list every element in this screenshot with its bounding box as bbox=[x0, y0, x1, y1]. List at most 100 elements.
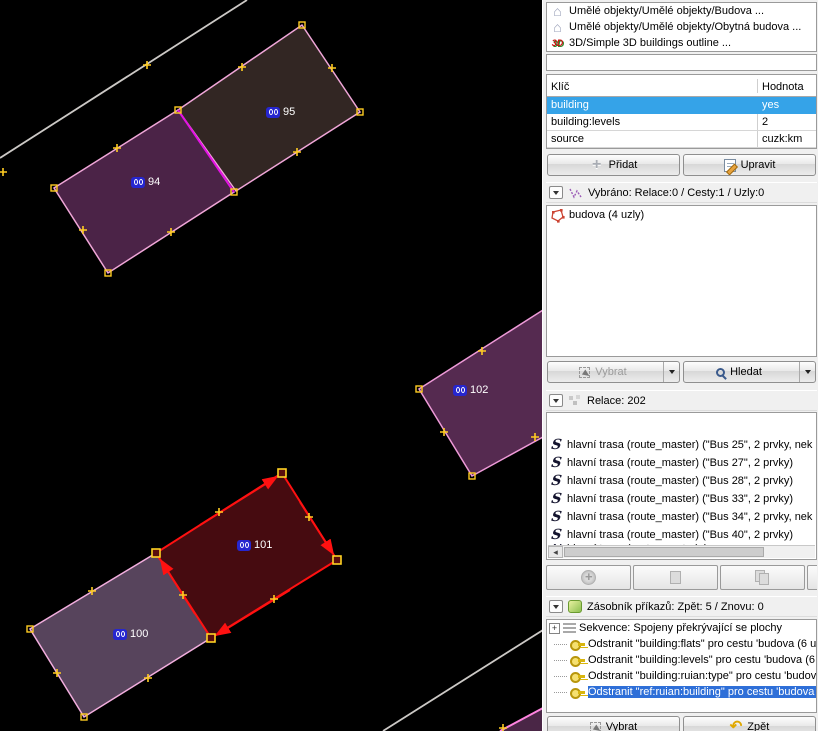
tag-row-source[interactable]: source cuzk:km bbox=[547, 131, 816, 148]
relations-icon bbox=[568, 394, 582, 407]
selection-panel-header: Vybráno: Relace:0 / Cesty:1 / Uzly:0 bbox=[546, 182, 817, 203]
housenumber-text: 100 bbox=[130, 628, 148, 640]
housenumber-icon bbox=[237, 540, 251, 551]
key-column-header: Klíč bbox=[547, 79, 758, 93]
select-dropdown[interactable] bbox=[663, 362, 679, 382]
search-icon bbox=[716, 368, 725, 377]
relation-item[interactable]: Shlavní trasa (route_master) ("Bus 33", … bbox=[547, 490, 816, 508]
housenumber-label-95[interactable]: 95 bbox=[266, 106, 295, 118]
collapse-button[interactable] bbox=[549, 394, 563, 407]
relations-toolbar bbox=[546, 565, 817, 590]
tag-row-building-levels[interactable]: building:levels 2 bbox=[547, 114, 816, 131]
relation-item[interactable]: Shlavní trasa (route_master) ("Bus 27", … bbox=[547, 454, 816, 472]
undo-item[interactable]: Odstranit "building:levels" pro cestu 'b… bbox=[547, 652, 816, 668]
select-cursor-icon bbox=[590, 722, 601, 731]
horizontal-scrollbar[interactable]: ◂ bbox=[548, 545, 815, 558]
housenumber-text: 95 bbox=[283, 106, 295, 118]
key-icon bbox=[570, 656, 585, 664]
select-button[interactable]: Vybrat bbox=[547, 361, 680, 383]
edit-relation-icon bbox=[670, 571, 681, 584]
tag-row-building[interactable]: building yes bbox=[547, 97, 816, 114]
undo-item-sequence[interactable]: + Sekvence: Spojeny překrývající se ploc… bbox=[547, 620, 816, 636]
housenumber-icon bbox=[453, 385, 467, 396]
select-affected-button[interactable]: Vybrat bbox=[547, 716, 680, 731]
undo-item[interactable]: Odstranit "building:flats" pro cestu 'bu… bbox=[547, 636, 816, 652]
scroll-left-button[interactable]: ◂ bbox=[548, 546, 563, 558]
selection-item-budova[interactable]: budova (4 uzly) bbox=[547, 206, 816, 224]
housenumber-text: 102 bbox=[470, 384, 488, 396]
relations-list: Shlavní trasa (route_master) ("Bus 25", … bbox=[546, 412, 817, 560]
undo-item-selected[interactable]: Odstranit "ref:ruian:building" pro cestu… bbox=[547, 684, 816, 700]
duplicate-relation-button[interactable] bbox=[720, 565, 805, 590]
tag-table: Klíč Hodnota building yes building:level… bbox=[546, 74, 817, 149]
tag-buttons: + Přidat Upravit bbox=[546, 154, 817, 176]
tag-value: yes bbox=[758, 97, 816, 114]
expander-plus-icon[interactable]: + bbox=[549, 623, 560, 634]
key-icon bbox=[570, 640, 585, 648]
undo-item-label: Odstranit "building:flats" pro cestu 'bu… bbox=[588, 638, 816, 650]
housenumber-label-101[interactable]: 101 bbox=[237, 539, 272, 551]
right-panel: ⌂ Umělé objekty/Umělé objekty/Budova ...… bbox=[545, 0, 818, 731]
add-tag-button[interactable]: + Přidat bbox=[547, 154, 680, 176]
search-dropdown[interactable] bbox=[799, 362, 815, 382]
search-button[interactable]: Hledat bbox=[683, 361, 816, 383]
selection-icon bbox=[568, 186, 583, 200]
key-icon bbox=[570, 688, 585, 696]
selection-item-label: budova (4 uzly) bbox=[569, 209, 644, 221]
relation-item[interactable]: Shlavní trasa (route_master) ("Bus 25", … bbox=[547, 436, 816, 454]
value-column-header: Hodnota bbox=[758, 79, 816, 93]
housenumber-label-100[interactable]: 100 bbox=[113, 628, 148, 640]
edit-relation-button[interactable] bbox=[633, 565, 718, 590]
undo-item[interactable]: Odstranit "building:ruian:type" pro cest… bbox=[547, 668, 816, 684]
housenumber-label-102[interactable]: 102 bbox=[453, 384, 488, 396]
relation-label: hlavní trasa (route_master) ("Bus 40", 2… bbox=[567, 529, 793, 541]
new-relation-button[interactable] bbox=[546, 565, 631, 590]
preset-label: Umělé objekty/Umělé objekty/Budova ... bbox=[569, 5, 764, 17]
road-way-bottom[interactable] bbox=[383, 630, 543, 731]
undo-stack-title: Zásobník příkazů: Zpět: 5 / Znovu: 0 bbox=[587, 601, 764, 613]
edit-label: Upravit bbox=[741, 159, 776, 171]
undo-item-label: Odstranit "ref:ruian:building" pro cestu… bbox=[588, 686, 816, 698]
relation-item[interactable]: Shlavní trasa (route_master) ("Bus 28", … bbox=[547, 472, 816, 490]
undo-item-label: Odstranit "building:levels" pro cestu 'b… bbox=[588, 654, 815, 666]
undo-button[interactable]: ↶ Zpět bbox=[683, 716, 816, 731]
key-icon bbox=[570, 672, 585, 680]
delete-relation-button[interactable] bbox=[807, 565, 817, 590]
scrollbar-thumb[interactable] bbox=[564, 547, 764, 557]
new-relation-icon bbox=[581, 570, 596, 585]
sequence-icon bbox=[563, 623, 576, 633]
edit-tag-button[interactable]: Upravit bbox=[683, 154, 816, 176]
relation-label: hlavní trasa (route_master) ("Bus 27", 2… bbox=[567, 457, 793, 469]
select-label: Vybrat bbox=[595, 366, 626, 378]
preset-item-obytna-budova[interactable]: ⌂ Umělé objekty/Umělé objekty/Obytná bud… bbox=[547, 19, 816, 35]
josm-window: 95 94 102 101 100 ⌂ Umělé objekty/Umělé … bbox=[0, 0, 818, 731]
housenumber-icon bbox=[131, 177, 145, 188]
plus-icon: + bbox=[590, 156, 604, 174]
tag-key: building:levels bbox=[547, 114, 758, 130]
route-master-icon: S bbox=[549, 473, 564, 489]
housenumber-label-94[interactable]: 94 bbox=[131, 176, 160, 188]
collapse-button[interactable] bbox=[549, 600, 563, 613]
relation-label: hlavní trasa (route_master) ("Bus 33", 2… bbox=[567, 493, 793, 505]
undo-stack-buttons: Vybrat ↶ Zpět bbox=[546, 716, 817, 731]
selection-list: budova (4 uzly) bbox=[546, 205, 817, 357]
route-master-icon: S bbox=[549, 509, 564, 525]
undo-arrow-icon: ↶ bbox=[730, 722, 743, 731]
relation-item[interactable]: Shlavní trasa (route_master) ("Bus 40", … bbox=[547, 526, 816, 544]
route-master-icon: S bbox=[549, 527, 564, 543]
selection-title: Vybráno: Relace:0 / Cesty:1 / Uzly:0 bbox=[588, 187, 764, 199]
preset-item-3d-outline[interactable]: 3D 3D/Simple 3D buildings outline ... bbox=[547, 35, 816, 51]
tag-value: 2 bbox=[758, 114, 816, 130]
3d-buildings-icon: 3D bbox=[550, 38, 565, 48]
relations-panel-header: Relace: 202 bbox=[546, 390, 817, 411]
relation-label: hlavní trasa (route_master) ("Bus 25", 2… bbox=[567, 439, 812, 451]
house-icon: ⌂ bbox=[550, 22, 565, 32]
relation-item[interactable]: Shlavní trasa (route_master) ("Bus 34", … bbox=[547, 508, 816, 526]
relation-label: hlavní trasa (route_master) ("Bus 28", 2… bbox=[567, 475, 793, 487]
search-label: Hledat bbox=[730, 366, 762, 378]
housenumber-icon bbox=[266, 107, 280, 118]
edit-pencil-icon bbox=[724, 159, 736, 172]
collapse-button[interactable] bbox=[549, 186, 563, 199]
preset-item-budova[interactable]: ⌂ Umělé objekty/Umělé objekty/Budova ... bbox=[547, 3, 816, 19]
select-cursor-icon bbox=[579, 367, 590, 378]
